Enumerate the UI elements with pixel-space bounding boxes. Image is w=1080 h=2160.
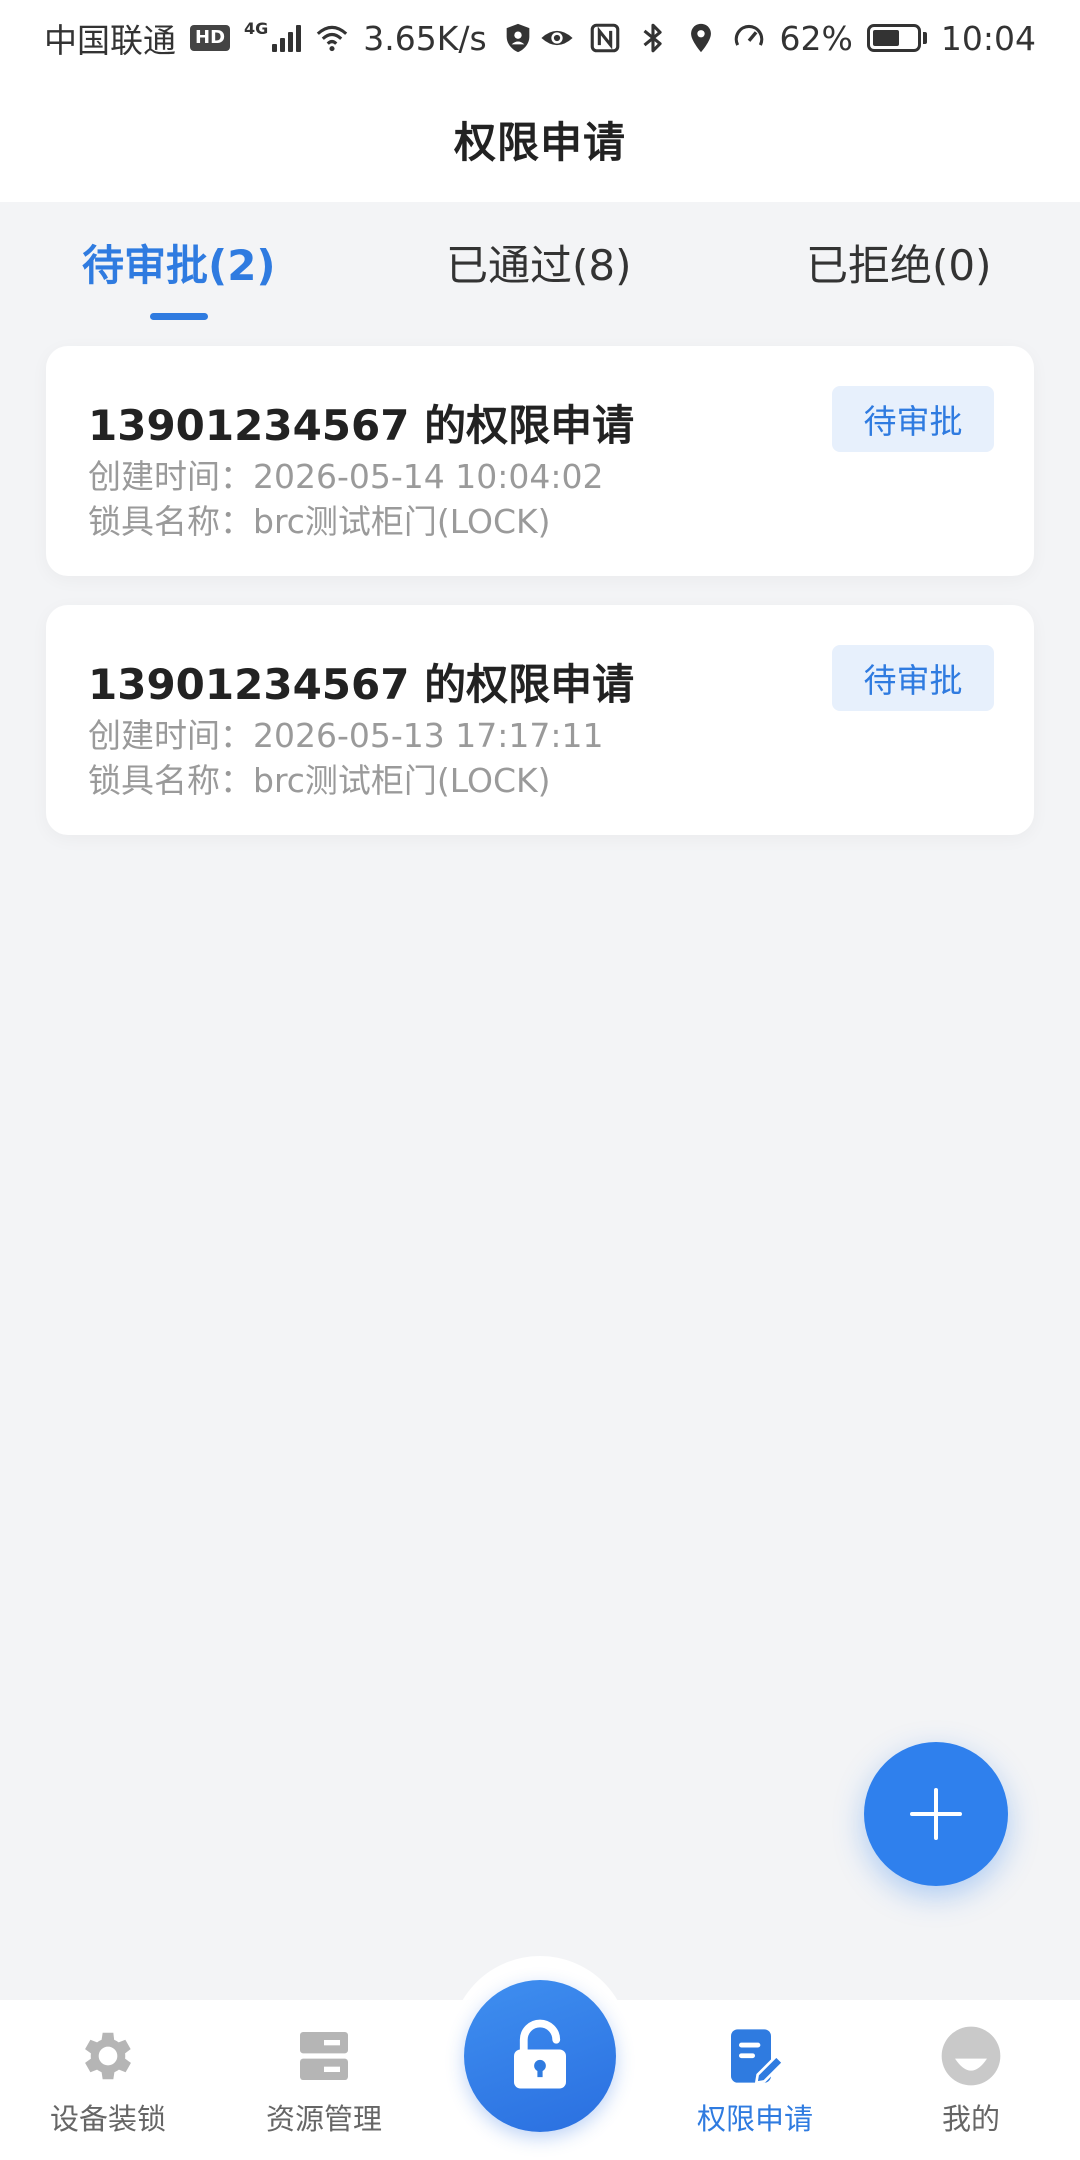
battery-percent: 62%: [779, 18, 853, 58]
signal-icon: [272, 24, 302, 52]
shield-user-icon: [506, 23, 530, 53]
request-card[interactable]: 13901234567 的权限申请 创建时间：2026-05-13 17:17:…: [46, 605, 1034, 835]
bluetooth-icon: [643, 23, 662, 53]
edit-document-icon: [731, 2029, 785, 2085]
nav-item-resource-management[interactable]: 资源管理: [244, 2024, 404, 2138]
network-speed: 3.65K/s: [363, 18, 487, 58]
tab-approved[interactable]: 已通过(8): [446, 232, 632, 293]
request-created-time: 创建时间：2026-05-13 17:17:11: [88, 716, 604, 755]
gear-icon: [85, 2032, 131, 2080]
nav-label: 资源管理: [265, 2102, 382, 2136]
speedometer-icon: [734, 24, 763, 46]
battery-icon: [866, 24, 927, 52]
add-request-button[interactable]: [864, 1742, 1008, 1886]
tab-rejected-label: 已拒绝(0): [806, 241, 992, 290]
carrier-label: 中国联通: [44, 21, 176, 60]
plus-icon: [910, 1788, 962, 1840]
nav-item-device-install[interactable]: 设备装锁: [28, 2024, 188, 2138]
tab-rejected[interactable]: 已拒绝(0): [806, 232, 992, 293]
request-title: 13901234567 的权限申请: [88, 660, 635, 709]
nav-label: 权限申请: [696, 2102, 813, 2136]
request-lock-name: 锁具名称：brc测试柜门(LOCK): [88, 502, 551, 541]
nav-item-mine[interactable]: 我的: [891, 2024, 1051, 2138]
request-title: 13901234567 的权限申请: [88, 401, 635, 450]
nfc-icon: [590, 23, 619, 53]
request-card[interactable]: 13901234567 的权限申请 创建时间：2026-05-14 10:04:…: [46, 346, 1034, 576]
unlock-icon: [514, 2019, 566, 2089]
request-lock-name: 锁具名称：brc测试柜门(LOCK): [88, 761, 551, 800]
clock: 10:04: [940, 18, 1036, 58]
avatar-icon: [941, 2026, 1001, 2086]
unlock-button[interactable]: [464, 1980, 616, 2132]
hd-badge: HD: [190, 25, 231, 51]
location-icon: [690, 23, 711, 53]
wifi-icon: [317, 25, 348, 52]
tab-pending[interactable]: 待审批(2): [82, 232, 276, 320]
status-badge: 待审批: [832, 386, 994, 452]
tab-active-indicator: [149, 313, 208, 320]
server-icon: [300, 2032, 348, 2080]
eye-icon: [540, 30, 573, 46]
tab-approved-label: 已通过(8): [446, 241, 632, 290]
status-badge: 待审批: [832, 645, 994, 711]
request-created-time: 创建时间：2026-05-14 10:04:02: [88, 457, 604, 496]
nav-label: 我的: [941, 2102, 1000, 2136]
app-header: 权限申请: [0, 76, 1080, 202]
status-bar: 中国联通 HD 4G 3.65K/s 62% 10:04: [0, 0, 1080, 76]
page-title: 权限申请: [453, 117, 626, 167]
nav-label: 设备装锁: [49, 2102, 166, 2136]
network-type: 4G: [244, 18, 269, 38]
nav-item-permission-request[interactable]: 权限申请: [675, 2024, 835, 2138]
status-tabs: 待审批(2) 已通过(8) 已拒绝(0): [0, 202, 1080, 320]
tab-pending-label: 待审批(2): [82, 241, 276, 290]
